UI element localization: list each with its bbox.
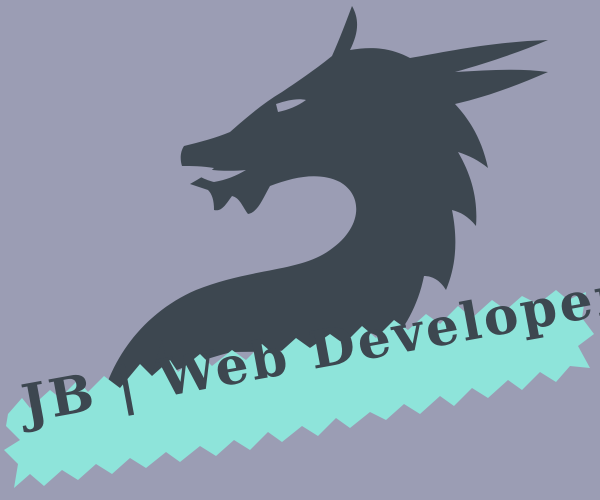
banner-shape (4, 290, 594, 488)
logo-canvas: JB | Web Developer (0, 0, 600, 500)
